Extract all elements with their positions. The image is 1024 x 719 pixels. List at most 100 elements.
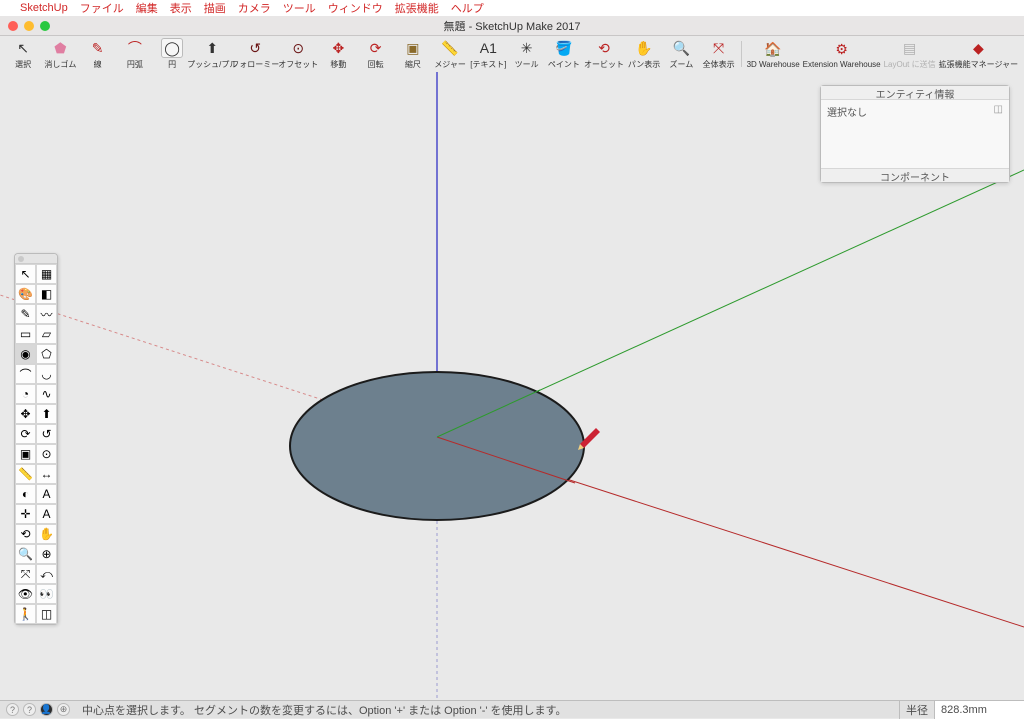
line-tool[interactable]: ✎線 (81, 38, 115, 70)
orbit-tool[interactable]: ⟲オービット (584, 38, 624, 70)
entity-info-selection: 選択なし (827, 108, 867, 119)
hint-icon-4[interactable]: ⊕ (57, 703, 70, 716)
text-tool[interactable]: A (36, 484, 57, 504)
status-hint-icons: ? ? 👤 ⊕ (0, 703, 76, 716)
rectangle-tool[interactable]: ▭ (15, 324, 36, 344)
rotate-tool[interactable]: ⟳回転 (359, 38, 393, 70)
offset-tool-icon: ⊙ (287, 38, 309, 58)
offset-tool[interactable]: ⊙オフセット (278, 38, 318, 70)
extension-warehouse-icon: ⚙ (831, 39, 853, 59)
hint-icon-2[interactable]: ? (23, 703, 36, 716)
menu-help[interactable]: ヘルプ (451, 0, 484, 16)
arc-tool[interactable]: ⌒ (15, 364, 36, 384)
scale-tool-label: 縮尺 (405, 59, 421, 70)
section-plane-tool[interactable]: ◫ (36, 604, 57, 624)
scale-tool[interactable]: ▣ (15, 444, 36, 464)
select-tool[interactable]: ↖選択 (6, 38, 40, 70)
menu-tools[interactable]: ツール (283, 0, 316, 16)
rotate-tool[interactable]: ⟳ (15, 424, 36, 444)
zoom-window-tool[interactable]: ⊕ (36, 544, 57, 564)
zoom-tool[interactable]: 🔍 (15, 544, 36, 564)
measurement-value[interactable]: 828.3mm (934, 701, 1024, 719)
entity-info-title[interactable]: エンティティ情報 (821, 86, 1009, 100)
menu-edit[interactable]: 編集 (136, 0, 158, 16)
freehand-tool[interactable]: 〰 (36, 304, 57, 324)
circle-tool[interactable]: ◉ (15, 344, 36, 364)
tape-tool[interactable]: 📏メジャー (433, 38, 467, 70)
offset-tool[interactable]: ⊙ (36, 444, 57, 464)
followme-tool[interactable]: ↺フォローミー (235, 38, 275, 70)
menubar: SketchUp ファイル 編集 表示 描画 カメラ ツール ウィンドウ 拡張機… (0, 0, 1024, 16)
3d-warehouse[interactable]: 🏠3D Warehouse (747, 39, 800, 69)
eraser-tool-label: 消しゴム (44, 59, 76, 70)
move-tool[interactable]: ✥移動 (321, 38, 355, 70)
toolbox-tool-label: ツール (515, 59, 539, 70)
tape-tool[interactable]: 📏 (15, 464, 36, 484)
menu-file[interactable]: ファイル (80, 0, 124, 16)
menu-ext[interactable]: 拡張機能 (395, 0, 439, 16)
extension-warehouse[interactable]: ⚙Extension Warehouse (803, 39, 881, 69)
two-point-arc-tool[interactable]: ◡ (36, 364, 57, 384)
entity-info-toggle-icon[interactable]: ◫ (994, 104, 1003, 115)
arc-tool-icon: ⌒ (124, 38, 146, 58)
dimension-tool[interactable]: ↔ (36, 464, 57, 484)
menu-draw[interactable]: 描画 (204, 0, 226, 16)
zoom-extents-tool[interactable]: ⤧ (15, 564, 36, 584)
arc-tool[interactable]: ⌒円弧 (118, 38, 152, 70)
scale-tool-icon: ▣ (402, 38, 424, 58)
hint-icon-1[interactable]: ? (6, 703, 19, 716)
paint-tool[interactable]: 🪣ペイント (547, 38, 581, 70)
menu-view[interactable]: 表示 (170, 0, 192, 16)
curve-tool[interactable]: ∿ (36, 384, 57, 404)
pushpull-tool[interactable]: ⬆プッシュ/プル (192, 38, 232, 70)
paint-tool[interactable]: 🎨 (15, 284, 36, 304)
pushpull-tool[interactable]: ⬆ (36, 404, 57, 424)
menu-window[interactable]: ウィンドウ (328, 0, 383, 16)
axes-tool[interactable]: ✛ (15, 504, 36, 524)
pan-tool[interactable]: ✋ (36, 524, 57, 544)
position-camera-tool[interactable]: 👁 (15, 584, 36, 604)
offset-tool-label: オフセット (278, 59, 318, 70)
window-title: 無題 - SketchUp Make 2017 (0, 18, 1024, 34)
hint-icon-3[interactable]: 👤 (40, 703, 53, 716)
menu-app-name[interactable]: SketchUp (20, 2, 68, 14)
look-around-tool[interactable]: 👀 (36, 584, 57, 604)
scale-tool[interactable]: ▣縮尺 (396, 38, 430, 70)
pan-tool[interactable]: ✋パン表示 (627, 38, 661, 70)
eraser-tool[interactable]: ⬟消しゴム (43, 38, 77, 70)
line-tool[interactable]: ✎ (15, 304, 36, 324)
zoom-extents-tool[interactable]: ⤧全体表示 (701, 38, 735, 70)
components-panel-title[interactable]: コンポーネント (821, 168, 1009, 182)
previous-view-tool[interactable]: ⤺ (36, 564, 57, 584)
3dtext-tool[interactable]: A (36, 504, 57, 524)
followme-tool-label: フォローミー (231, 59, 279, 70)
palette-header[interactable] (15, 254, 57, 264)
text-tool[interactable]: A1[テキスト] (470, 38, 506, 70)
circle-tool[interactable]: ◯円 (155, 38, 189, 70)
followme-tool[interactable]: ↺ (36, 424, 57, 444)
orbit-tool[interactable]: ⟲ (15, 524, 36, 544)
zoom-tool[interactable]: 🔍ズーム (664, 38, 698, 70)
circle-tool-label: 円 (168, 59, 176, 70)
component-tool[interactable]: ▦ (36, 264, 57, 284)
tool-palette[interactable]: ↖▦🎨◧✎〰▭▱◉⬠⌒◡◔∿✥⬆⟳↺▣⊙📏↔◐A✛A⟲✋🔍⊕⤧⤺👁👀🚶◫ (14, 253, 58, 625)
select-tool[interactable]: ↖ (15, 264, 36, 284)
rotated-rect-tool[interactable]: ▱ (36, 324, 57, 344)
toolbox-tool[interactable]: ✳ツール (509, 38, 543, 70)
line-tool-icon: ✎ (87, 38, 109, 58)
protractor-tool[interactable]: ◐ (15, 484, 36, 504)
entity-info-panel[interactable]: エンティティ情報 選択なし ◫ コンポーネント (820, 85, 1010, 183)
zoom-extents-tool-icon: ⤧ (708, 38, 730, 58)
pushpull-tool-icon: ⬆ (201, 38, 223, 58)
menu-camera[interactable]: カメラ (238, 0, 271, 16)
move-tool[interactable]: ✥ (15, 404, 36, 424)
extension-manager[interactable]: ◆拡張機能マネージャー (939, 38, 1018, 70)
polygon-tool[interactable]: ⬠ (36, 344, 57, 364)
eraser-tool[interactable]: ◧ (36, 284, 57, 304)
arc-tool-label: 円弧 (127, 59, 143, 70)
measurement-label: 半径 (900, 702, 934, 718)
pie-tool[interactable]: ◔ (15, 384, 36, 404)
walk-tool[interactable]: 🚶 (15, 604, 36, 624)
text-tool-icon: A1 (477, 38, 499, 58)
zoom-tool-label: ズーム (669, 59, 693, 70)
